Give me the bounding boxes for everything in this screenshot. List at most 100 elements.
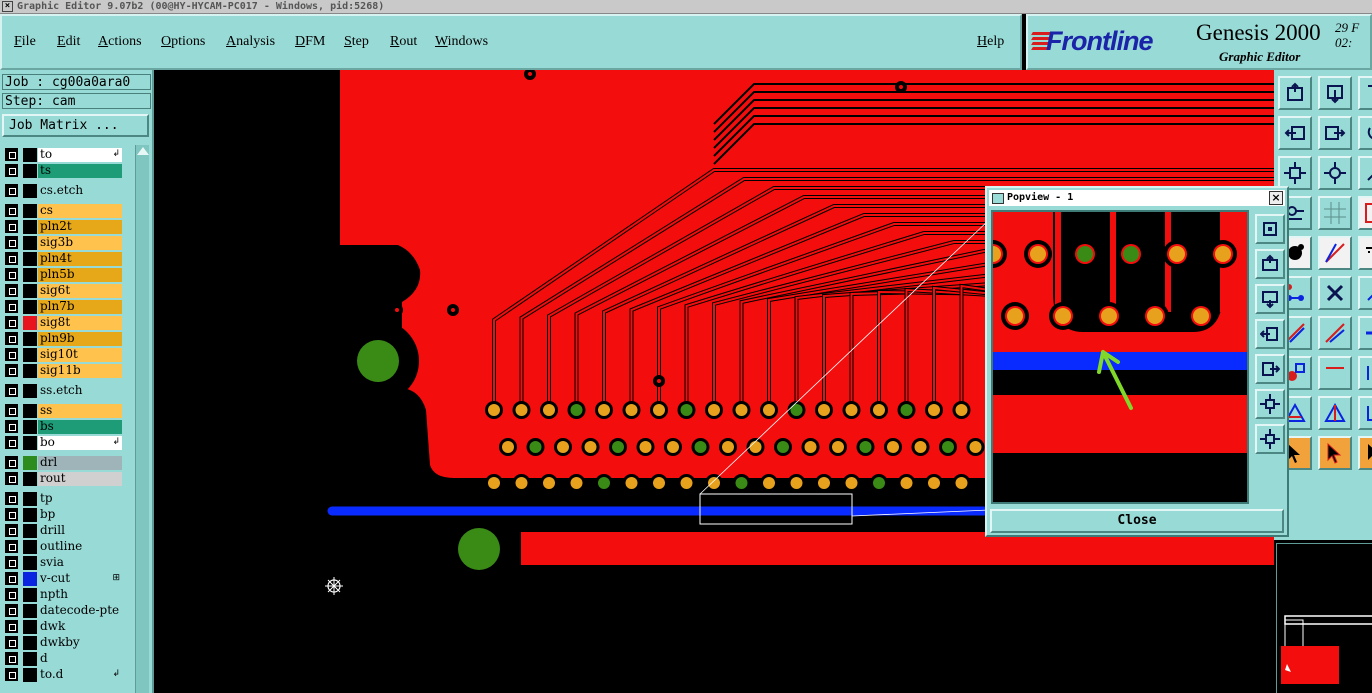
layer-row-dwk[interactable]: dwk — [3, 619, 125, 635]
layer-color-swatch[interactable] — [23, 300, 37, 314]
layer-color-swatch[interactable] — [23, 572, 37, 586]
layer-checkbox[interactable] — [5, 588, 18, 601]
layer-name[interactable]: pln2t — [38, 220, 122, 234]
layer-name[interactable]: ss — [38, 404, 122, 418]
layer-color-swatch[interactable] — [23, 588, 37, 602]
layer-color-swatch[interactable] — [23, 404, 37, 418]
layer-checkbox[interactable] — [5, 540, 18, 553]
layer-checkbox[interactable] — [5, 456, 18, 469]
layer-name[interactable]: sig11b — [38, 364, 122, 378]
layer-row-sig8t[interactable]: sig8t — [3, 315, 125, 331]
layer-name[interactable]: dwkby — [38, 636, 122, 650]
layer-checkbox[interactable] — [5, 204, 18, 217]
pointer-2-icon[interactable] — [1318, 436, 1352, 470]
layer-checkbox[interactable] — [5, 436, 18, 449]
menu-rout[interactable]: Rout — [390, 34, 417, 50]
layer-row-tp[interactable]: tp — [3, 491, 125, 507]
layer-name[interactable]: cs.etch — [38, 184, 122, 198]
layer-color-swatch[interactable] — [23, 604, 37, 618]
layer-name[interactable]: d — [38, 652, 122, 666]
popview-pan-left-icon[interactable] — [1255, 319, 1285, 349]
layer-row-rout[interactable]: rout — [3, 471, 125, 487]
layer-color-swatch[interactable] — [23, 268, 37, 282]
layer-checkbox[interactable] — [5, 384, 18, 397]
scroll-up-icon[interactable] — [137, 147, 149, 155]
slash-line-2-icon[interactable] — [1318, 316, 1352, 350]
layer-color-swatch[interactable] — [23, 508, 37, 522]
red-line-icon[interactable] — [1318, 356, 1352, 390]
popview-pan-right-icon[interactable] — [1255, 354, 1285, 384]
menu-actions[interactable]: Actions — [98, 34, 142, 50]
layer-row-drl[interactable]: drl — [3, 455, 125, 471]
cross-icon[interactable] — [1318, 276, 1352, 310]
layer-row-sig11b[interactable]: sig11b — [3, 363, 125, 379]
layer-color-swatch[interactable] — [23, 236, 37, 250]
layer-name[interactable]: dwk — [38, 620, 122, 634]
triangle-2-icon[interactable] — [1318, 396, 1352, 430]
layer-color-swatch[interactable] — [23, 652, 37, 666]
layer-checkbox[interactable] — [5, 636, 18, 649]
layer-color-swatch[interactable] — [23, 556, 37, 570]
layer-row-to[interactable]: to ↲ — [3, 147, 125, 163]
zoom-home-icon[interactable] — [1278, 76, 1312, 110]
pan-left-icon[interactable] — [1278, 116, 1312, 150]
layer-checkbox[interactable] — [5, 652, 18, 665]
layer-color-swatch[interactable] — [23, 284, 37, 298]
layer-row-npth[interactable]: npth — [3, 587, 125, 603]
layer-row-drill[interactable]: drill — [3, 523, 125, 539]
layer-color-swatch[interactable] — [23, 620, 37, 634]
layer-color-swatch[interactable] — [23, 636, 37, 650]
layer-checkbox[interactable] — [5, 620, 18, 633]
layer-color-swatch[interactable] — [23, 524, 37, 538]
layer-checkbox[interactable] — [5, 236, 18, 249]
layer-name[interactable]: bp — [38, 508, 122, 522]
popview-close-button[interactable]: Close — [990, 509, 1284, 533]
layer-name[interactable]: drl — [38, 456, 122, 470]
layer-checkbox[interactable] — [5, 252, 18, 265]
layer-row-to-d[interactable]: to.d ↲ — [3, 667, 125, 683]
layer-color-swatch[interactable] — [23, 668, 37, 682]
layer-row-bp[interactable]: bp — [3, 507, 125, 523]
layer-checkbox[interactable] — [5, 220, 18, 233]
h-line-icon[interactable] — [1358, 316, 1372, 350]
layer-checkbox[interactable] — [5, 316, 18, 329]
popview-canvas[interactable] — [991, 210, 1249, 504]
popview-expand-icon[interactable] — [1255, 389, 1285, 419]
menu-file[interactable]: File — [14, 34, 36, 50]
job-matrix-button[interactable]: Job Matrix ... — [2, 114, 149, 137]
layer-name[interactable]: pln4t — [38, 252, 122, 266]
layer-name[interactable]: to.d — [38, 668, 122, 682]
layer-color-swatch[interactable] — [23, 348, 37, 362]
layer-checkbox[interactable] — [5, 268, 18, 281]
popview-zoom-out-icon[interactable] — [1255, 284, 1285, 314]
pan-right-icon[interactable] — [1318, 116, 1352, 150]
menu-step[interactable]: Step — [344, 34, 369, 50]
layer-name[interactable]: sig3b — [38, 236, 122, 250]
menu-windows[interactable]: Windows — [435, 34, 488, 50]
layer-name[interactable]: pln7b — [38, 300, 122, 314]
zoom-area-icon[interactable] — [1278, 156, 1312, 190]
layer-name[interactable]: to — [38, 148, 122, 162]
center-icon[interactable] — [1318, 156, 1352, 190]
layer-color-swatch[interactable] — [23, 220, 37, 234]
layer-row-ss-etch[interactable]: ss.etch — [3, 383, 125, 399]
text-icon[interactable] — [1358, 236, 1372, 270]
layer-checkbox[interactable] — [5, 556, 18, 569]
layer-checkbox[interactable] — [5, 472, 18, 485]
menu-options[interactable]: Options — [161, 34, 205, 50]
layer-checkbox[interactable] — [5, 604, 18, 617]
layer-checkbox[interactable] — [5, 492, 18, 505]
layer-checkbox[interactable] — [5, 420, 18, 433]
layer-name[interactable]: sig10t — [38, 348, 122, 362]
polygon-icon[interactable] — [1358, 276, 1372, 310]
layer-color-swatch[interactable] — [23, 472, 37, 486]
layer-row-ts[interactable]: ts — [3, 163, 125, 179]
layer-row-cs[interactable]: cs — [3, 203, 125, 219]
layer-checkbox[interactable] — [5, 300, 18, 313]
layer-checkbox[interactable] — [5, 524, 18, 537]
popview-titlebar[interactable]: Popview - 1 × — [989, 190, 1285, 206]
layer-checkbox[interactable] — [5, 508, 18, 521]
popview-zoom-in-icon[interactable] — [1255, 249, 1285, 279]
layer-row-datecode-pte[interactable]: datecode-pte — [3, 603, 125, 619]
layer-checkbox[interactable] — [5, 364, 18, 377]
